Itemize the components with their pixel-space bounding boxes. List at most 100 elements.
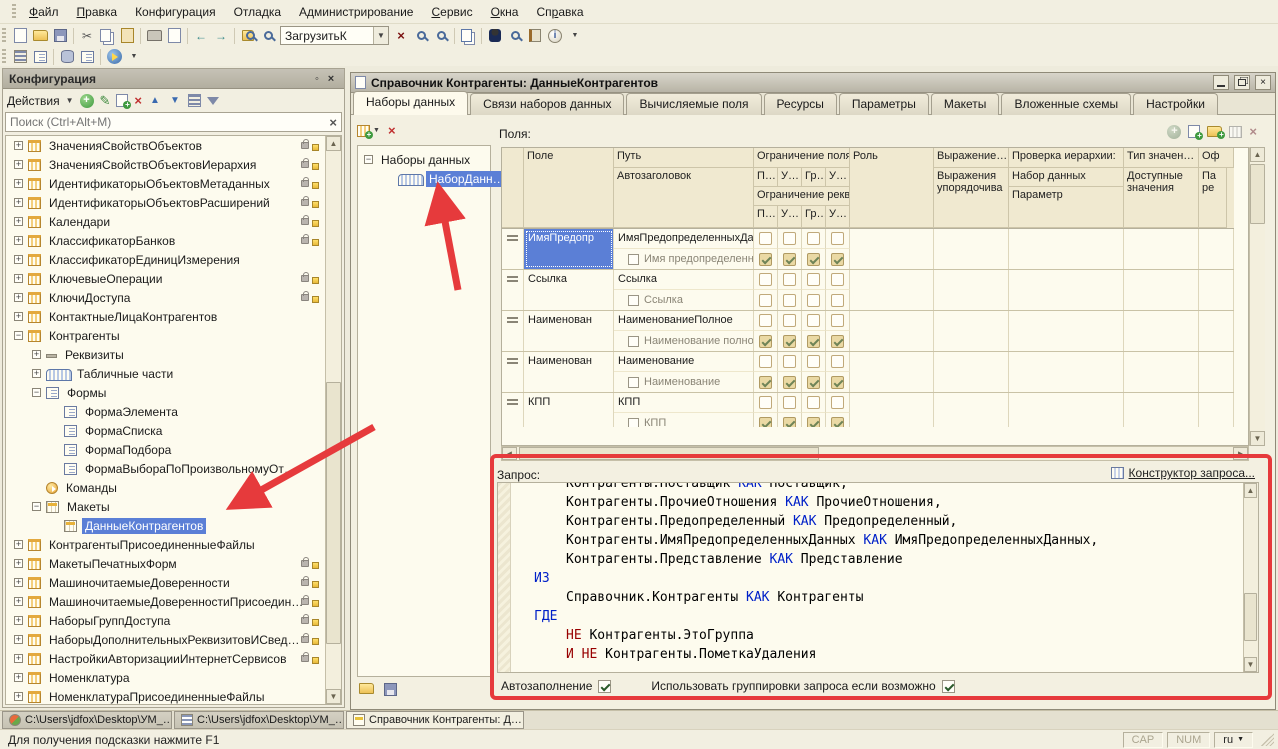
menu-Сервис[interactable]: Сервис xyxy=(422,2,481,22)
attr-restriction-checkbox[interactable] xyxy=(778,290,802,310)
field-row-Наименован[interactable]: НаименованНаименованиеПолноеНаименование… xyxy=(502,311,1234,352)
restriction-checkbox[interactable] xyxy=(826,352,850,372)
attr-restriction-checkbox[interactable] xyxy=(826,290,850,310)
add-field-icon[interactable]: + xyxy=(1167,125,1181,139)
syntax-check-icon[interactable] xyxy=(506,27,524,45)
restriction-checkbox[interactable] xyxy=(754,270,778,290)
restriction-checkbox[interactable] xyxy=(754,352,778,372)
info-icon[interactable]: i xyxy=(546,27,564,45)
empty-cell[interactable] xyxy=(1009,270,1124,310)
empty-cell[interactable] xyxy=(1009,352,1124,392)
toolbar-grip[interactable] xyxy=(2,28,6,44)
new-document-icon[interactable] xyxy=(11,27,29,45)
attr-restriction-checkbox[interactable] xyxy=(754,372,778,392)
add-table-icon[interactable] xyxy=(1229,126,1242,138)
load-from-file-icon[interactable] xyxy=(359,683,374,694)
redo-icon[interactable]: → xyxy=(212,27,230,45)
attr-restriction-checkbox[interactable] xyxy=(778,249,802,269)
debug-more-icon[interactable]: ▼ xyxy=(125,48,143,66)
collapse-icon[interactable]: − xyxy=(14,331,23,340)
tree-item-КлассификаторЕдиницИзмерения[interactable]: +КлассификаторЕдиницИзмерения xyxy=(6,250,341,269)
attr-restriction-checkbox[interactable] xyxy=(754,249,778,269)
empty-cell[interactable] xyxy=(1009,229,1124,269)
paste-icon[interactable] xyxy=(118,27,136,45)
add-auto-field-icon[interactable]: + xyxy=(1188,125,1200,138)
restriction-checkbox[interactable] xyxy=(778,311,802,331)
restriction-checkbox[interactable] xyxy=(778,352,802,372)
drag-handle[interactable] xyxy=(502,311,524,351)
collapse-icon[interactable]: − xyxy=(364,155,373,164)
field-title-cell[interactable]: КПП xyxy=(614,413,754,427)
expand-icon[interactable]: + xyxy=(14,217,23,226)
taskbar-tab[interactable]: Справочник Контрагенты: Д… xyxy=(346,711,524,729)
expand-icon[interactable]: + xyxy=(14,597,23,606)
expand-icon[interactable]: + xyxy=(14,160,23,169)
attr-restriction-checkbox[interactable] xyxy=(754,290,778,310)
empty-cell[interactable] xyxy=(850,229,934,269)
empty-cell[interactable] xyxy=(850,352,934,392)
expand-icon[interactable]: + xyxy=(14,673,23,682)
field-row-КПП[interactable]: КППКППКПП xyxy=(502,393,1234,427)
tree-item-Табличные части[interactable]: +Табличные части xyxy=(6,364,341,383)
attr-restriction-checkbox[interactable] xyxy=(802,372,826,392)
tree-item-МакетыПечатныхФорм[interactable]: +МакетыПечатныхФорм xyxy=(6,554,341,573)
tree-item-МашиночитаемыеДоверенностиПрисоедин[interactable]: +МашиночитаемыеДоверенностиПрисоедин… xyxy=(6,592,341,611)
attr-restriction-checkbox[interactable] xyxy=(802,331,826,351)
tree-item-НоменклатураПрисоединенныеФайлы[interactable]: +НоменклатураПрисоединенныеФайлы xyxy=(6,687,341,705)
tree-item-Команды[interactable]: Команды xyxy=(6,478,341,497)
close-window-icon[interactable] xyxy=(31,48,49,66)
empty-cell[interactable] xyxy=(1199,352,1234,392)
field-row-Ссылка[interactable]: СсылкаСсылкаСсылка xyxy=(502,270,1234,311)
empty-cell[interactable] xyxy=(934,352,1009,392)
field-path-cell[interactable]: Наименование xyxy=(614,352,754,372)
field-row-Наименован[interactable]: НаименованНаименованиеНаименование xyxy=(502,352,1234,393)
tab-Настройки[interactable]: Настройки xyxy=(1133,93,1218,115)
restore-button[interactable] xyxy=(1234,75,1250,90)
copy-item-icon[interactable]: + xyxy=(116,94,128,107)
field-title-cell[interactable]: Ссылка xyxy=(614,290,754,310)
expand-icon[interactable]: + xyxy=(14,255,23,264)
tree-item-Реквизиты[interactable]: +Реквизиты xyxy=(6,345,341,364)
drag-handle[interactable] xyxy=(502,393,524,427)
actions-menu[interactable]: Действия xyxy=(7,94,60,108)
menu-Окна[interactable]: Окна xyxy=(482,2,528,22)
empty-cell[interactable] xyxy=(934,270,1009,310)
tree-item-КлассификаторБанков[interactable]: +КлассификаторБанков xyxy=(6,231,341,250)
tree-item-ДанныеКонтрагентов[interactable]: ДанныеКонтрагентов xyxy=(6,516,341,535)
menu-Справка[interactable]: Справка xyxy=(527,2,592,22)
delete-field-icon[interactable]: × xyxy=(1249,124,1257,139)
config-tree-scrollbar[interactable]: ▲ ▼ xyxy=(325,136,341,704)
expand-icon[interactable]: + xyxy=(14,198,23,207)
attr-restriction-checkbox[interactable] xyxy=(778,413,802,427)
copy-icon[interactable] xyxy=(98,27,116,45)
restriction-checkbox[interactable] xyxy=(802,352,826,372)
expand-icon[interactable]: + xyxy=(14,692,23,701)
restriction-checkbox[interactable] xyxy=(778,229,802,249)
field-name-cell[interactable]: ИмяПредопр xyxy=(524,229,614,269)
restriction-checkbox[interactable] xyxy=(826,311,850,331)
query-text[interactable]: Контрагенты.Поставщик КАК Поставщик,Конт… xyxy=(512,482,1242,664)
restriction-checkbox[interactable] xyxy=(754,311,778,331)
tab-Ресурсы[interactable]: Ресурсы xyxy=(764,93,837,115)
move-down-icon[interactable]: ▼ xyxy=(168,94,182,108)
restriction-checkbox[interactable] xyxy=(802,229,826,249)
database-icon[interactable] xyxy=(58,48,76,66)
delete-dataset-icon[interactable]: × xyxy=(388,123,396,138)
combo-dropdown-icon[interactable]: ▼ xyxy=(373,27,388,44)
drag-handle[interactable] xyxy=(502,229,524,269)
find-previous-icon[interactable] xyxy=(432,27,450,45)
menu-Конфигурация[interactable]: Конфигурация xyxy=(126,2,225,22)
field-title-cell[interactable]: Имя предопределенны… xyxy=(614,249,754,269)
empty-cell[interactable] xyxy=(1124,270,1199,310)
tab-Вычисляемые поля[interactable]: Вычисляемые поля xyxy=(626,93,761,115)
fields-vertical-scrollbar[interactable]: ▲ ▼ xyxy=(1249,147,1265,446)
close-panel-icon[interactable]: × xyxy=(324,72,338,86)
actions-dropdown-icon[interactable]: ▼ xyxy=(66,96,74,105)
tree-item-Номенклатура[interactable]: +Номенклатура xyxy=(6,668,341,687)
tree-item-НастройкиАвторизацииИнтернетСервисов[interactable]: +НастройкиАвторизацииИнтернетСервисов xyxy=(6,649,341,668)
expand-icon[interactable]: + xyxy=(14,616,23,625)
attr-restriction-checkbox[interactable] xyxy=(802,249,826,269)
minimize-button[interactable] xyxy=(1213,75,1229,90)
cut-icon[interactable]: ✂ xyxy=(78,27,96,45)
tree-item-ИдентификаторыОбъектовМетаданных[interactable]: +ИдентификаторыОбъектовМетаданных xyxy=(6,174,341,193)
